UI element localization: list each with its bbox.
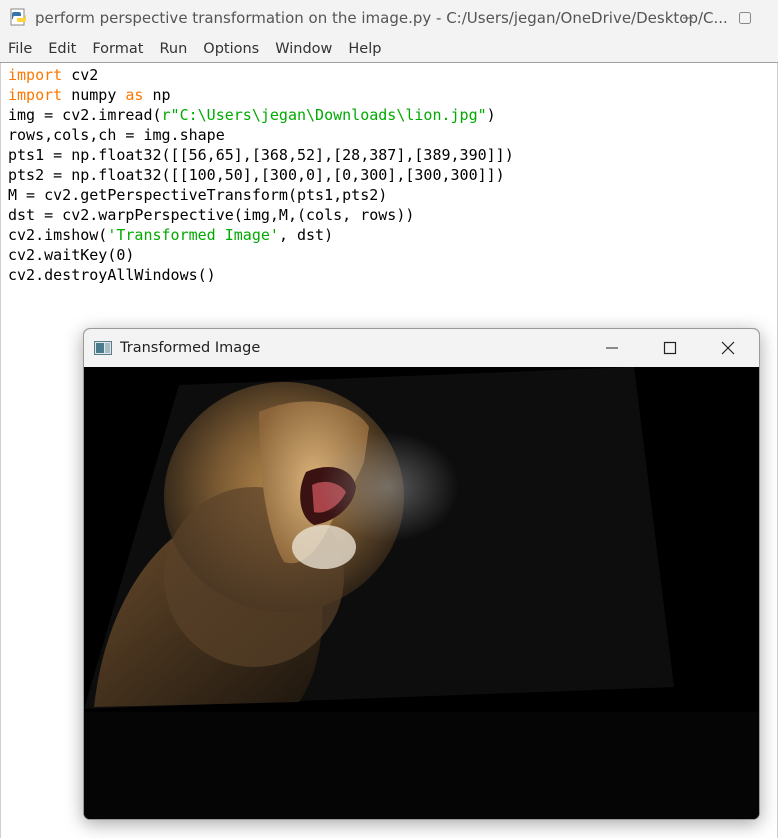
menu-format[interactable]: Format: [84, 36, 151, 62]
code-string: 'Transformed Image': [107, 226, 279, 244]
code-keyword: import: [8, 86, 63, 104]
code-line[interactable]: import cv2: [8, 65, 514, 85]
code-token: dst = cv2.warpPerspective(img,M,(cols, r…: [8, 206, 415, 224]
cv-maximize-button[interactable]: [642, 329, 698, 367]
close-icon: [721, 341, 735, 355]
code-token: numpy: [62, 86, 126, 104]
code-line[interactable]: pts2 = np.float32([[100,50],[300,0],[0,3…: [8, 165, 514, 185]
menu-run[interactable]: Run: [151, 36, 195, 62]
menu-file[interactable]: File: [0, 36, 40, 62]
breath-mist: [319, 432, 459, 542]
code-token: M = cv2.getPerspectiveTransform(pts1,pts…: [8, 186, 388, 204]
idle-titlebar: perform perspective transformation on th…: [0, 0, 778, 36]
code-line[interactable]: cv2.waitKey(0): [8, 245, 514, 265]
code-token: pts2 = np.float32([[100,50],[300,0],[0,3…: [8, 166, 505, 184]
python-file-icon: [10, 8, 26, 26]
code-line[interactable]: img = cv2.imread(r"C:\Users\jegan\Downlo…: [8, 105, 514, 125]
transformed-lion-image: [84, 367, 759, 819]
maximize-icon: [739, 12, 751, 24]
code-line[interactable]: dst = cv2.warpPerspective(img,M,(cols, r…: [8, 205, 514, 225]
cv-window-title: Transformed Image: [120, 340, 261, 356]
code-token: cv2: [62, 66, 99, 84]
minimize-icon: [683, 17, 693, 19]
code-line[interactable]: cv2.imshow('Transformed Image', dst): [8, 225, 514, 245]
cv-titlebar: Transformed Image: [84, 329, 759, 367]
code-token: cv2.waitKey(0): [8, 246, 135, 264]
code-token: , dst): [278, 226, 334, 244]
code-line[interactable]: rows,cols,ch = img.shape: [8, 125, 514, 145]
code-keyword: as: [125, 86, 144, 104]
menu-options[interactable]: Options: [195, 36, 267, 62]
code-token: rows,cols,ch = img.shape: [8, 126, 225, 144]
cv-minimize-button[interactable]: [584, 329, 640, 367]
window-title: perform perspective transformation on th…: [35, 9, 728, 27]
minimize-icon: [606, 347, 618, 349]
code-token: pts1 = np.float32([[56,65],[368,52],[28,…: [8, 146, 514, 164]
minimize-button[interactable]: [665, 0, 711, 36]
code-token: np: [143, 86, 171, 104]
cv-close-button[interactable]: [700, 329, 756, 367]
maximize-button[interactable]: [722, 0, 768, 36]
code-token: img = cv2.imread(: [8, 106, 162, 124]
image-app-icon: [94, 341, 112, 355]
code-token: cv2.destroyAllWindows(): [8, 266, 216, 284]
code-line[interactable]: M = cv2.getPerspectiveTransform(pts1,pts…: [8, 185, 514, 205]
menu-help[interactable]: Help: [340, 36, 389, 62]
code-keyword: import: [8, 66, 63, 84]
code-token: cv2.imshow(: [8, 226, 108, 244]
transformed-image-window: Transformed Image: [83, 328, 760, 820]
code-token: ): [486, 106, 496, 124]
code-line[interactable]: import numpy as np: [8, 85, 514, 105]
maximize-icon: [663, 341, 677, 355]
code-line[interactable]: pts1 = np.float32([[56,65],[368,52],[28,…: [8, 145, 514, 165]
code-text[interactable]: import cv2 import numpy as np img = cv2.im…: [8, 65, 514, 285]
menu-window[interactable]: Window: [267, 36, 340, 62]
code-string: r"C:\Users\jegan\Downloads\lion.jpg": [161, 106, 487, 124]
code-line[interactable]: cv2.destroyAllWindows(): [8, 265, 514, 285]
menubar: File Edit Format Run Options Window Help: [0, 36, 778, 63]
menu-edit[interactable]: Edit: [40, 36, 84, 62]
